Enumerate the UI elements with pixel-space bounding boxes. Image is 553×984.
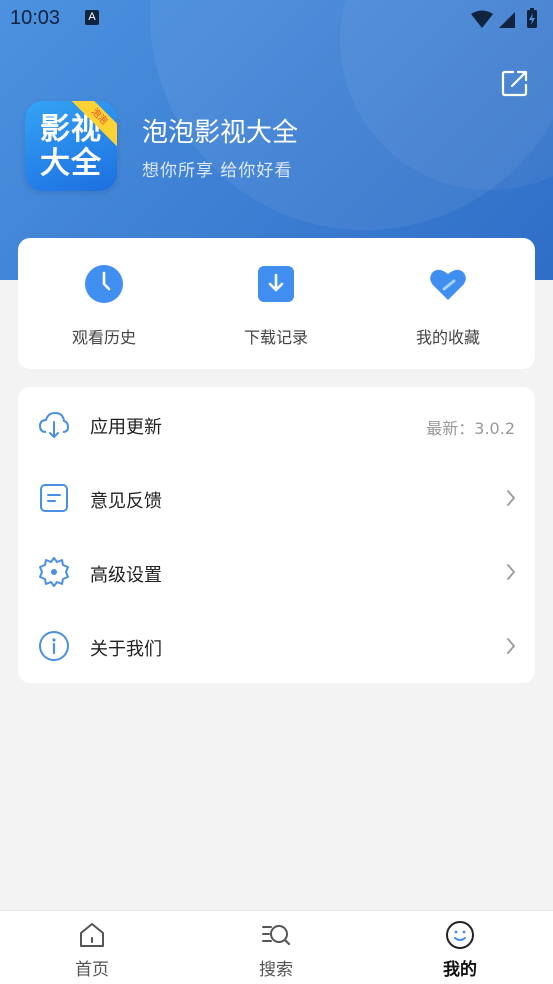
bottom-navigation: 首页 搜索 我的: [0, 910, 553, 984]
menu-label: 关于我们: [90, 639, 162, 660]
about-us-row[interactable]: 关于我们: [18, 609, 535, 683]
gear-icon: [39, 557, 69, 587]
my-favorites-button[interactable]: 我的收藏: [362, 238, 534, 369]
app-name: 泡泡影视大全: [142, 118, 299, 148]
menu-label: 意见反馈: [90, 491, 162, 512]
app-slogan: 想你所享 给你好看: [142, 161, 293, 181]
search-icon: [262, 925, 291, 946]
quick-label: 下载记录: [243, 328, 308, 347]
system-status-icons: [471, 8, 537, 28]
feedback-row[interactable]: 意见反馈: [18, 461, 535, 535]
nav-home[interactable]: 首页: [0, 911, 184, 984]
heart-icon: [430, 269, 466, 300]
menu-label: 高级设置: [90, 565, 162, 586]
app-logo: 影视大全 泡泡: [25, 101, 117, 191]
nav-search[interactable]: 搜索: [184, 911, 368, 984]
sim-badge: A: [85, 10, 99, 25]
quick-label: 我的收藏: [415, 328, 480, 347]
version-text: 最新：3.0.2: [426, 419, 515, 438]
menu-label: 应用更新: [90, 417, 162, 438]
app-update-row[interactable]: 应用更新 最新：3.0.2: [18, 387, 535, 461]
signal-icon: [499, 12, 515, 28]
nav-label: 我的: [443, 960, 477, 980]
info-icon: [39, 631, 69, 661]
download-records-button[interactable]: 下载记录: [190, 238, 362, 369]
chevron-right-icon: [507, 490, 516, 506]
advanced-settings-row[interactable]: 高级设置: [18, 535, 535, 609]
home-icon: [80, 923, 104, 947]
download-icon: [258, 266, 294, 302]
watch-history-button[interactable]: 观看历史: [18, 238, 190, 369]
quick-actions-card: 观看历史 下载记录 我的收藏: [18, 238, 535, 369]
chevron-right-icon: [507, 638, 516, 654]
nav-label: 搜索: [259, 960, 293, 980]
status-bar: 10:03 A: [0, 0, 553, 38]
quick-label: 观看历史: [71, 328, 136, 347]
feedback-icon: [40, 484, 68, 512]
smile-icon: [446, 921, 474, 949]
nav-mine[interactable]: 我的: [368, 911, 552, 984]
share-icon[interactable]: [500, 68, 530, 98]
clock-icon: [85, 265, 123, 303]
chevron-right-icon: [507, 564, 516, 580]
status-time: 10:03: [10, 7, 61, 29]
nav-label: 首页: [75, 960, 109, 980]
settings-menu-card: 应用更新 最新：3.0.2 意见反馈 高级设置 关于我们: [18, 387, 535, 683]
wifi-icon: [471, 10, 493, 28]
cloud-download-icon: [38, 411, 70, 438]
